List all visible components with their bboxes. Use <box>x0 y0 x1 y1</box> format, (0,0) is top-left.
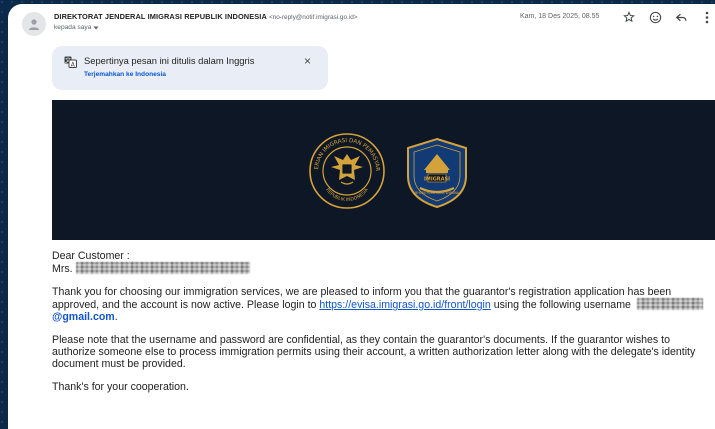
email-body: Dear Customer : Mrs. Thank you for choos… <box>52 250 715 393</box>
emoji-reaction-button[interactable] <box>648 10 662 24</box>
email-view: DIREKTORAT JENDERAL IMIGRASI REPUBLIK IN… <box>8 4 715 429</box>
shield-motto: BHUMI PURA WIRA WIBAWA <box>415 191 460 195</box>
redacted-username <box>636 298 703 310</box>
more-options-button[interactable] <box>702 10 712 24</box>
imigrasi-shield-icon: IMIGRASI BHUMI PURA WIRA WIBAWA <box>407 137 467 209</box>
sender-line: DIREKTORAT JENDERAL IMIGRASI REPUBLIK IN… <box>54 12 358 21</box>
recipient-label: kepada saya <box>54 24 92 31</box>
emoji-icon <box>649 11 661 23</box>
paragraph-confidential: Please note that the username and passwo… <box>52 334 696 370</box>
closing-line: Thank's for your cooperation. <box>52 381 189 393</box>
reply-button[interactable] <box>674 10 688 24</box>
redacted-name <box>75 262 250 274</box>
star-button[interactable] <box>622 10 636 24</box>
email-date: Kam, 18 Des 2025, 08.55 <box>520 13 600 20</box>
username-text: using the following username <box>493 299 631 311</box>
translate-icon: 文 A <box>64 56 77 68</box>
recipient-name-line: Mrs. <box>52 262 715 275</box>
username-email-link[interactable]: @gmail.com <box>52 311 115 323</box>
person-icon <box>29 19 39 30</box>
star-icon <box>623 11 635 23</box>
sender-avatar[interactable] <box>22 12 46 36</box>
name-prefix: Mrs. <box>52 263 73 275</box>
more-icon <box>705 11 709 23</box>
translate-message: Sepertinya pesan ini ditulis dalam Inggr… <box>84 55 255 66</box>
caret-down-icon <box>93 26 99 29</box>
login-link[interactable]: https://evisa.imigrasi.go.id/front/login <box>319 299 490 311</box>
ministry-emblem-icon: KEMENTERIAN IMIGRASI DAN PEMASYARAKATAN … <box>308 132 385 209</box>
close-icon[interactable]: × <box>304 54 311 68</box>
sender-name[interactable]: DIREKTORAT JENDERAL IMIGRASI REPUBLIK IN… <box>54 12 267 21</box>
email-header-banner: KEMENTERIAN IMIGRASI DAN PEMASYARAKATAN … <box>52 100 715 240</box>
reply-icon <box>675 13 686 21</box>
sentence-end: . <box>114 311 118 323</box>
greeting: Dear Customer : <box>52 250 130 262</box>
paragraph-approval: Thank you for choosing our immigration s… <box>52 286 715 323</box>
sender-email: <no-reply@notif.imigrasi.go.id> <box>268 14 358 21</box>
shield-label: IMIGRASI <box>424 177 450 183</box>
translate-link[interactable]: Terjemahkan ke Indonesia <box>84 71 166 78</box>
translate-banner: 文 A Sepertinya pesan ini ditulis dalam I… <box>52 46 328 90</box>
recipient-toggle[interactable]: kepada saya <box>54 24 99 31</box>
